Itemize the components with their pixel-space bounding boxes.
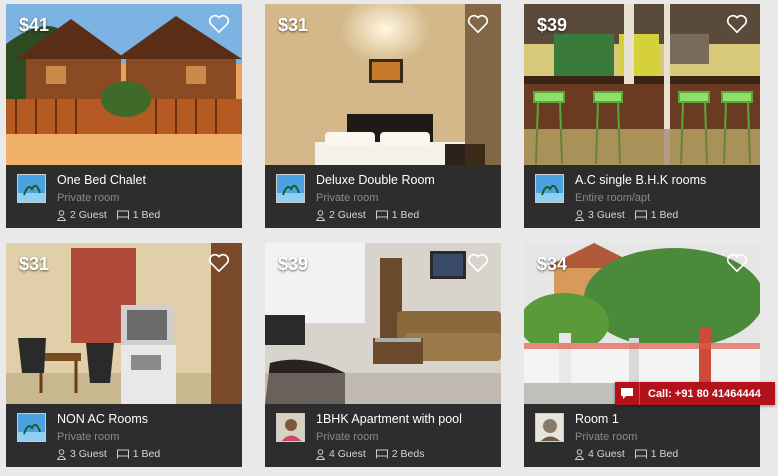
bed-icon: [116, 210, 129, 220]
room-type: Private room: [575, 431, 638, 443]
host-avatar[interactable]: [276, 174, 305, 203]
room-type: Entire room/apt: [575, 192, 651, 204]
person-icon: [575, 448, 584, 460]
call-button-label: Call: +91 80 41464444: [648, 387, 761, 400]
bed-count: 1 Bed: [650, 209, 679, 221]
guest-count: 4 Guest: [329, 448, 366, 460]
bed-count: 1 Bed: [132, 448, 161, 460]
heart-icon[interactable]: [726, 14, 748, 34]
guest-count: 3 Guest: [70, 448, 107, 460]
host-avatar[interactable]: [17, 174, 46, 203]
heart-icon[interactable]: [726, 253, 748, 273]
listing-title[interactable]: A.C single B.H.K rooms: [575, 173, 706, 187]
listing-info: A.C single B.H.K rooms Entire room/apt 3…: [524, 165, 760, 228]
listing-title[interactable]: Deluxe Double Room: [316, 173, 435, 187]
chat-bubble-icon: [615, 382, 640, 405]
listing-photo[interactable]: $31: [265, 4, 501, 165]
guest-count: 2 Guest: [329, 209, 366, 221]
bed-icon: [634, 449, 647, 459]
listing-card[interactable]: $31 Deluxe Double Room Private room 2 Gu…: [265, 4, 501, 228]
bed-icon: [634, 210, 647, 220]
person-icon: [316, 209, 325, 221]
bed-icon: [375, 449, 388, 459]
listing-card[interactable]: $34 Room 1 Private room 4 Guest 1 Bed: [524, 243, 760, 467]
bed-count: 2 Beds: [391, 448, 425, 460]
listing-photo[interactable]: $39: [265, 243, 501, 404]
listing-photo[interactable]: $41: [6, 4, 242, 165]
room-type: Private room: [316, 192, 379, 204]
bed-icon: [375, 210, 388, 220]
guest-count: 4 Guest: [588, 448, 625, 460]
listing-info: NON AC Rooms Private room 3 Guest 1 Bed: [6, 404, 242, 467]
bed-count: 1 Bed: [132, 209, 161, 221]
call-button[interactable]: Call: +91 80 41464444: [615, 382, 775, 405]
heart-icon[interactable]: [208, 253, 230, 273]
guest-count: 2 Guest: [70, 209, 107, 221]
room-type: Private room: [57, 431, 120, 443]
price-label: $31: [19, 254, 50, 274]
host-avatar[interactable]: [276, 413, 305, 442]
host-avatar[interactable]: [535, 174, 564, 203]
price-label: $34: [537, 254, 568, 274]
listing-info: Deluxe Double Room Private room 2 Guest …: [265, 165, 501, 228]
heart-icon[interactable]: [467, 14, 489, 34]
price-label: $31: [278, 15, 309, 35]
host-avatar[interactable]: [17, 413, 46, 442]
listing-title[interactable]: Room 1: [575, 412, 619, 426]
bed-icon: [116, 449, 129, 459]
price-label: $39: [278, 254, 309, 274]
listing-photo[interactable]: $31: [6, 243, 242, 404]
person-icon: [57, 209, 66, 221]
host-avatar[interactable]: [535, 413, 564, 442]
heart-icon[interactable]: [467, 253, 489, 273]
person-icon: [57, 448, 66, 460]
listing-title[interactable]: One Bed Chalet: [57, 173, 146, 187]
bed-count: 1 Bed: [391, 209, 420, 221]
listing-photo[interactable]: $34: [524, 243, 760, 404]
listing-info: Room 1 Private room 4 Guest 1 Bed: [524, 404, 760, 467]
listing-info: One Bed Chalet Private room 2 Guest 1 Be…: [6, 165, 242, 228]
listing-info: 1BHK Apartment with pool Private room 4 …: [265, 404, 501, 467]
person-icon: [316, 448, 325, 460]
person-icon: [575, 209, 584, 221]
listing-photo[interactable]: $39: [524, 4, 760, 165]
listing-card[interactable]: $39 A.C single B.H.K rooms Entire room/a…: [524, 4, 760, 228]
guest-count: 3 Guest: [588, 209, 625, 221]
bed-count: 1 Bed: [650, 448, 679, 460]
heart-icon[interactable]: [208, 14, 230, 34]
listing-card[interactable]: $31 NON AC Rooms Private room 3 Guest 1 …: [6, 243, 242, 467]
price-label: $39: [537, 15, 568, 35]
listing-title[interactable]: NON AC Rooms: [57, 412, 148, 426]
listing-title[interactable]: 1BHK Apartment with pool: [316, 412, 462, 426]
price-label: $41: [19, 15, 50, 35]
listing-card[interactable]: $39 1BHK Apartment with pool Private roo…: [265, 243, 501, 467]
listing-card[interactable]: $41 One Bed Chalet Private room 2 Guest …: [6, 4, 242, 228]
room-type: Private room: [316, 431, 379, 443]
room-type: Private room: [57, 192, 120, 204]
